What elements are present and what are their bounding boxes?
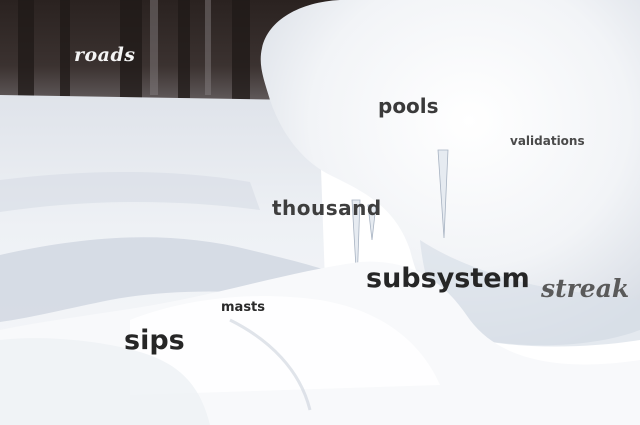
word-thousand: thousand bbox=[272, 196, 382, 220]
word-streak: streak bbox=[541, 274, 630, 303]
word-subsystem: subsystem bbox=[366, 263, 530, 294]
word-roads: roads bbox=[74, 44, 136, 66]
word-pools: pools bbox=[378, 94, 439, 118]
word-sips: sips bbox=[124, 325, 185, 356]
photo-scene: roads pools validations thousand subsyst… bbox=[0, 0, 640, 425]
word-masts: masts bbox=[221, 300, 266, 315]
word-validations: validations bbox=[510, 134, 585, 148]
